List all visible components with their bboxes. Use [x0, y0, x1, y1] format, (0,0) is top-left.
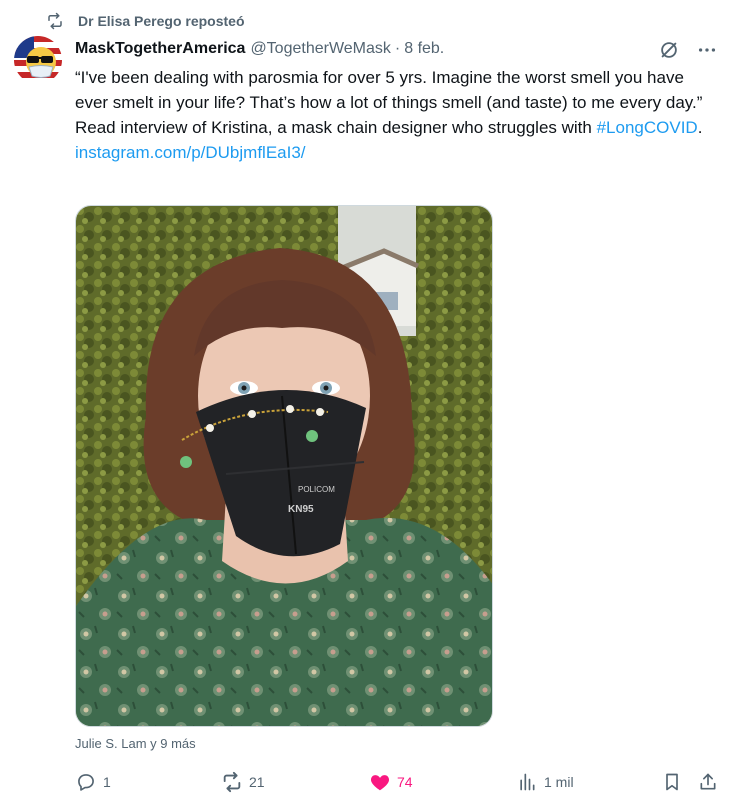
like-count: 74 — [397, 774, 413, 790]
tweet-image[interactable]: POLICOM KN95 — [75, 205, 493, 727]
heart-filled-icon — [369, 771, 391, 793]
tweet-action-bar: 1 21 74 1 mil — [75, 770, 718, 794]
author-name[interactable]: MaskTogetherAmerica — [75, 40, 245, 58]
grok-icon[interactable] — [656, 38, 682, 62]
repost-indicator[interactable]: Dr Elisa Perego reposteó — [46, 10, 245, 32]
separator-dot: · — [394, 40, 401, 57]
views-count: 1 mil — [544, 774, 574, 790]
repost-count: 21 — [249, 774, 265, 790]
reply-count: 1 — [103, 774, 111, 790]
tweet-top-actions — [644, 38, 720, 62]
repost-icon — [46, 12, 64, 30]
like-button[interactable]: 74 — [369, 770, 413, 794]
tweet-header: MaskTogetherAmerica @TogetherWeMask · 8 … — [75, 38, 444, 60]
repost-label: Dr Elisa Perego reposteó — [78, 13, 245, 29]
author-handle[interactable]: @TogetherWeMask — [250, 40, 390, 58]
more-options-icon[interactable] — [694, 38, 720, 62]
tweet-text-end: . — [697, 118, 703, 137]
tagged-users[interactable]: Julie S. Lam y 9 más — [75, 736, 196, 751]
views-chart-icon — [516, 771, 538, 793]
tweet-date[interactable]: 8 feb. — [404, 40, 444, 58]
share-button[interactable] — [697, 770, 719, 794]
reply-button[interactable]: 1 — [75, 770, 111, 794]
avatar[interactable] — [14, 36, 62, 84]
instagram-link[interactable]: instagram.com/p/DUbjmflEaI3/ — [75, 140, 715, 165]
repost-button[interactable]: 21 — [221, 770, 265, 794]
bookmark-icon — [661, 771, 683, 793]
share-icon — [697, 771, 719, 793]
retweet-icon — [221, 771, 243, 793]
views-button[interactable]: 1 mil — [516, 770, 574, 794]
bookmark-button[interactable] — [661, 770, 683, 794]
mask-model-text: KN95 — [288, 504, 314, 515]
tweet-text: “I've been dealing with parosmia for ove… — [75, 65, 715, 165]
hashtag-link[interactable]: #LongCOVID — [597, 118, 698, 137]
reply-icon — [75, 771, 97, 793]
mask-brand-text: POLICOM — [298, 485, 335, 494]
